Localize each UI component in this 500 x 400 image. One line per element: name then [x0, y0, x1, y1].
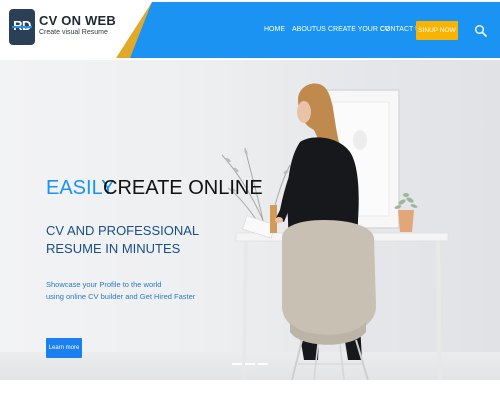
woman-hand	[275, 217, 283, 223]
hero-banner: EASILY CREATE ONLINE CV AND PROFESSIONAL…	[0, 60, 500, 380]
chair-leg-4	[339, 343, 345, 380]
slider-indicators	[230, 363, 270, 367]
hero-subtitle-line1: CV AND PROFESSIONAL	[46, 223, 200, 238]
hero-description-line2: using online CV builder and Get Hired Fa…	[46, 292, 196, 301]
chair-back	[282, 220, 376, 336]
learn-more-button[interactable]: Learn more	[46, 338, 82, 358]
site-header: RD CV ON WEB Create visual Resume HOME A…	[0, 0, 500, 60]
page: RD CV ON WEB Create visual Resume HOME A…	[0, 0, 500, 400]
desk-leg-left	[242, 240, 248, 380]
desk-leg-right	[436, 240, 442, 380]
chair-leg-1	[291, 339, 303, 380]
slider-dot-2[interactable]	[245, 363, 255, 365]
chair	[282, 220, 376, 380]
signup-button[interactable]: SINUP NOW	[416, 21, 458, 40]
frame-art	[353, 130, 367, 150]
nav-item-home[interactable]: HOME	[264, 26, 285, 33]
search-icon[interactable]	[474, 24, 488, 38]
nav-item-aboutus[interactable]: ABOUTUS	[292, 26, 326, 33]
woman-face	[297, 101, 311, 123]
plant-pot	[398, 210, 414, 232]
slider-dot-1[interactable]	[232, 363, 242, 365]
hero-description-line1: Showcase your Profile to the world	[46, 280, 162, 289]
hero-subtitle-line2: RESUME IN MINUTES	[46, 241, 181, 256]
hero-title: CREATE ONLINE	[103, 177, 263, 199]
hero-photo	[221, 83, 449, 380]
slider-dot-3[interactable]	[258, 363, 268, 365]
